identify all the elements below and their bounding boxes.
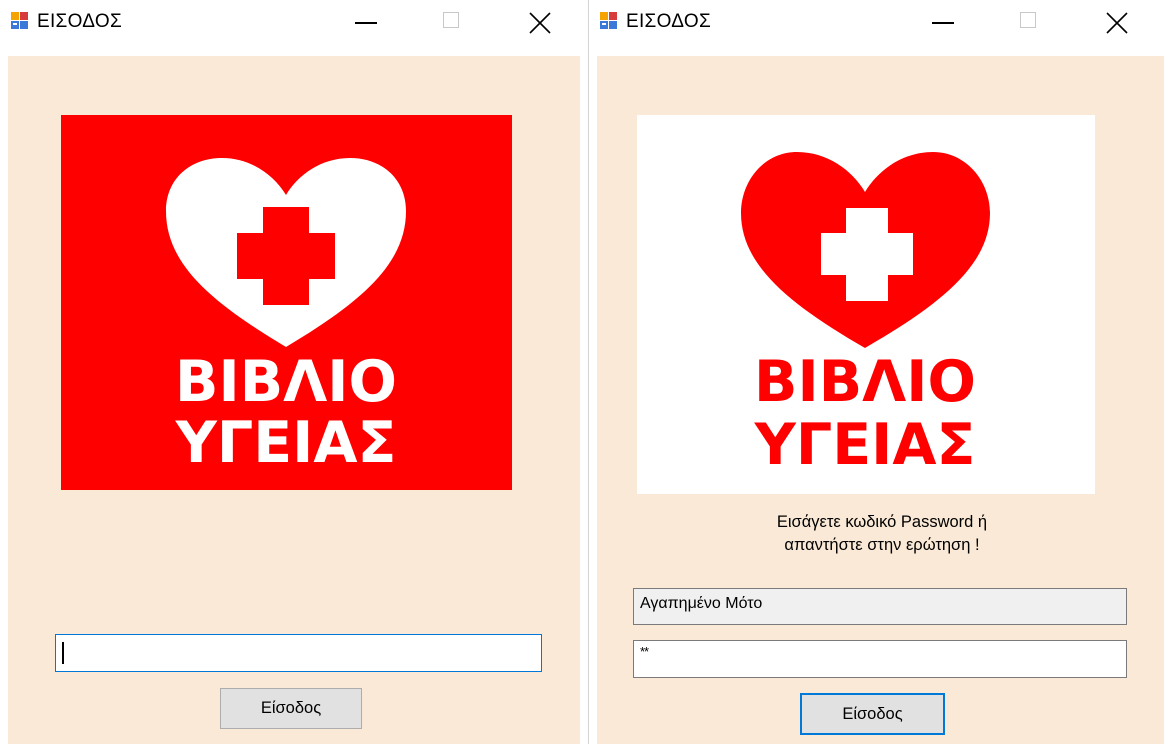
maximize-icon — [1020, 12, 1036, 28]
window-title: ΕΙΣΟΔΟΣ — [626, 11, 711, 32]
window-title: ΕΙΣΟΔΟΣ — [37, 11, 122, 32]
title-bar[interactable]: ΕΙΣΟΔΟΣ — [0, 0, 588, 46]
close-icon — [1106, 12, 1128, 34]
login-window-2: ΕΙΣΟΔΟΣ ΒΙΒΛΙΟ ΥΓΕΙΑΣ Εισάγετε κωδικό Pa… — [589, 0, 1164, 744]
windows-form-icon — [600, 12, 617, 29]
close-button[interactable] — [516, 0, 562, 46]
health-book-logo: ΒΙΒΛΙΟ ΥΓΕΙΑΣ — [61, 115, 512, 490]
prompt-line-1: Εισάγετε κωδικό Password ή — [776, 513, 988, 531]
form-client-area: ΒΙΒΛΙΟ ΥΓΕΙΑΣ Εισάγετε κωδικό Password ή… — [597, 56, 1164, 744]
password-input[interactable] — [55, 634, 542, 672]
windows-form-icon — [11, 12, 28, 29]
login-window-1: ΕΙΣΟΔΟΣ ΒΙΒΛΙΟ ΥΓΕΙΑΣ Είσοδος — [0, 0, 588, 744]
minimize-icon — [932, 22, 954, 24]
text-caret — [62, 642, 64, 664]
login-button[interactable]: Είσοδος — [800, 693, 945, 735]
minimize-button[interactable] — [920, 0, 966, 46]
logo-text-line2: ΥΓΕΙΑΣ — [175, 410, 397, 476]
logo-graphic: ΒΙΒΛΙΟ ΥΓΕΙΑΣ — [61, 115, 512, 490]
logo-text-line1: ΒΙΒΛΙΟ — [175, 349, 397, 415]
close-icon — [529, 12, 551, 34]
health-book-logo: ΒΙΒΛΙΟ ΥΓΕΙΑΣ — [637, 115, 1095, 494]
form-client-area: ΒΙΒΛΙΟ ΥΓΕΙΑΣ Είσοδος — [8, 56, 580, 744]
login-prompt: Εισάγετε κωδικό Password ή απαντήστε στη… — [717, 511, 1047, 557]
logo-text-line2: ΥΓΕΙΑΣ — [754, 412, 976, 478]
prompt-line-2: απαντήστε στην ερώτηση ! — [784, 536, 980, 554]
password-input[interactable]: ** — [633, 640, 1127, 678]
title-bar[interactable]: ΕΙΣΟΔΟΣ — [589, 0, 1164, 46]
maximize-icon — [443, 12, 459, 28]
close-button[interactable] — [1093, 0, 1139, 46]
maximize-button — [429, 0, 475, 46]
logo-text-line1: ΒΙΒΛΙΟ — [754, 349, 976, 415]
maximize-button — [1006, 0, 1052, 46]
security-question-field: Αγαπημένο Μότο — [633, 588, 1127, 625]
minimize-icon — [355, 22, 377, 24]
login-button[interactable]: Είσοδος — [220, 688, 362, 729]
logo-graphic: ΒΙΒΛΙΟ ΥΓΕΙΑΣ — [637, 115, 1095, 494]
minimize-button[interactable] — [343, 0, 389, 46]
